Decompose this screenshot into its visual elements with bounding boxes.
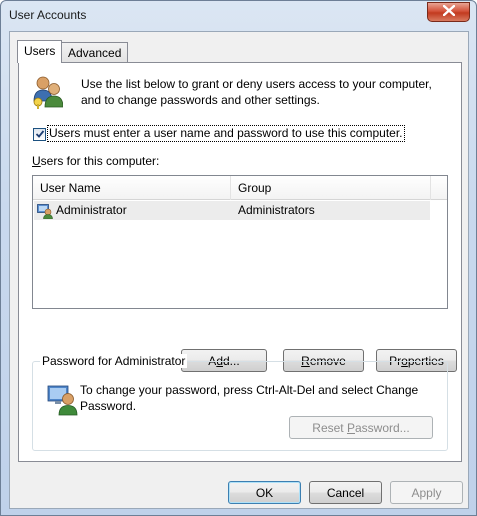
ok-button[interactable]: OK (228, 481, 301, 504)
close-button[interactable] (427, 2, 470, 22)
cell-group: Administrators (238, 203, 315, 217)
close-icon (442, 4, 455, 19)
user-password-icon (47, 382, 79, 416)
reset-label-pre: Reset (312, 421, 347, 435)
checkmark-icon (35, 128, 45, 142)
window-title: User Accounts (9, 8, 87, 22)
tab-users-label: Users (24, 44, 56, 58)
reset-password-button[interactable]: Reset Password... (289, 416, 433, 439)
dialog-client-area: Advanced Users Use the list below to gra… (9, 31, 469, 509)
require-login-label[interactable]: Users must enter a user name and passwor… (47, 125, 405, 142)
password-group-caption: Password for Administrator (40, 354, 188, 368)
users-list-label-rest: sers for this computer: (40, 154, 160, 168)
users-list-label-accel: U (32, 154, 41, 168)
column-group[interactable]: Group (231, 176, 431, 200)
users-tab-panel: Use the list below to grant or deny user… (18, 62, 462, 462)
apply-button[interactable]: Apply (390, 481, 463, 504)
tab-advanced[interactable]: Advanced (61, 42, 129, 64)
users-icon (31, 75, 64, 109)
password-instructions: To change your password, press Ctrl-Alt-… (80, 383, 419, 413)
require-login-checkbox[interactable] (33, 128, 46, 141)
tab-users[interactable]: Users (17, 40, 63, 63)
title-bar[interactable]: User Accounts (1, 1, 476, 31)
intro-text: Use the list below to grant or deny user… (81, 77, 432, 107)
tab-advanced-label: Advanced (68, 46, 122, 60)
cell-user-name: Administrator (56, 203, 127, 217)
users-list[interactable]: User Name Group Administrator Administra… (32, 175, 448, 309)
admin-user-icon (37, 203, 53, 220)
table-row[interactable]: Administrator Administrators (34, 201, 430, 220)
password-group-box: Password for Administrator To change you… (32, 354, 448, 451)
users-list-label: Users for this computer: (32, 154, 159, 168)
reset-label-accel: P (346, 421, 355, 435)
reset-label-post: assword... (355, 421, 410, 435)
user-accounts-window: User Accounts Advanced Users Use the lis… (0, 0, 477, 516)
list-header: User Name Group (33, 176, 447, 200)
column-user-name[interactable]: User Name (33, 176, 231, 200)
cancel-button[interactable]: Cancel (309, 481, 382, 504)
